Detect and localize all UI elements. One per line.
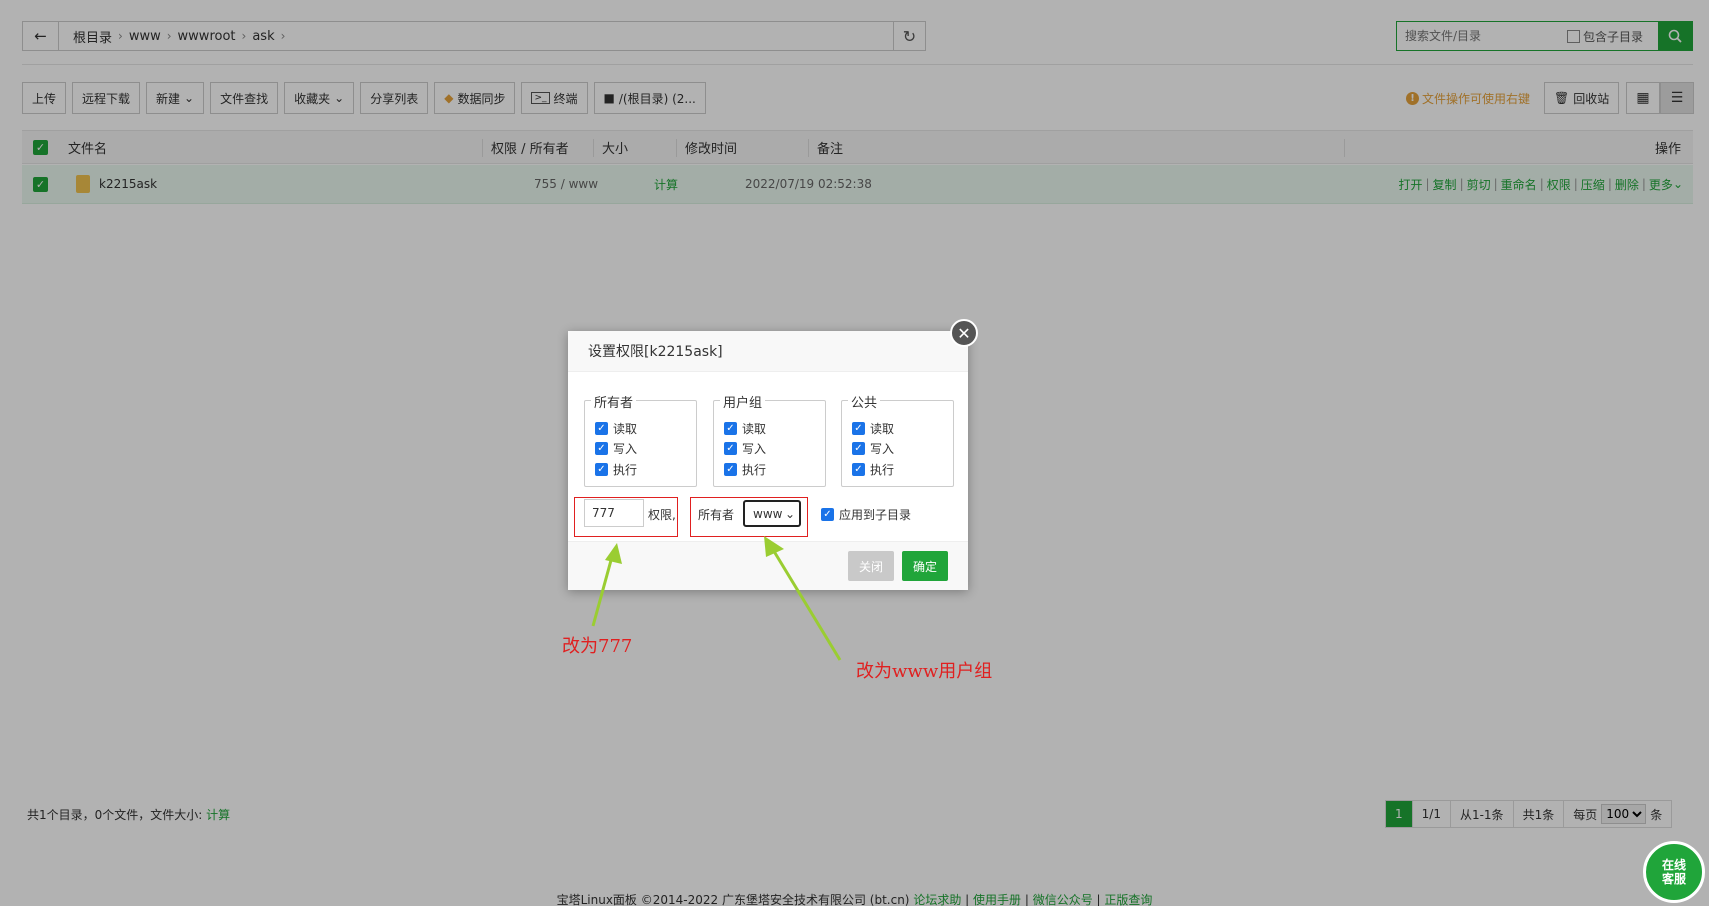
public-exec-label: 执行 [870,463,895,477]
dialog-title: 设置权限[k2215ask] [568,331,968,372]
confirm-button[interactable]: 确定 [902,551,948,581]
public-read-checkbox[interactable]: ✓ [852,422,865,435]
group-write-label: 写入 [742,442,767,456]
owner-exec-checkbox[interactable]: ✓ [595,463,608,476]
group-exec-checkbox[interactable]: ✓ [724,463,737,476]
close-button[interactable]: 关闭 [848,551,894,581]
owner-write-label: 写入 [613,442,638,456]
apply-subdir-option[interactable]: ✓ 应用到子目录 [821,506,911,523]
group-read-checkbox[interactable]: ✓ [724,422,737,435]
group-permission-group: 用户组 ✓ 读取 ✓ 写入 ✓ 执行 [713,392,826,487]
online-service-label: 在线 客服 [1662,858,1686,886]
public-exec-checkbox[interactable]: ✓ [852,463,865,476]
owner-exec-label: 执行 [613,463,638,477]
dialog-footer: 关闭 确定 [568,541,968,590]
public-read-label: 读取 [870,422,895,436]
public-permission-group: 公共 ✓ 读取 ✓ 写入 ✓ 执行 [841,392,954,487]
owner-write-checkbox[interactable]: ✓ [595,442,608,455]
group-read-label: 读取 [742,422,767,436]
public-write-checkbox[interactable]: ✓ [852,442,865,455]
close-icon[interactable]: ✕ [950,319,978,347]
kefu-line-2: 客服 [1661,872,1686,886]
annotation-box-permission [574,497,678,537]
apply-subdir-label: 应用到子目录 [839,508,912,522]
owner-read-checkbox[interactable]: ✓ [595,422,608,435]
group-write-checkbox[interactable]: ✓ [724,442,737,455]
online-service-button[interactable]: 在线 客服 [1643,841,1705,903]
group-legend: 所有者 [591,392,637,411]
annotation-box-owner [690,497,808,537]
public-write-label: 写入 [870,442,895,456]
owner-permission-group: 所有者 ✓ 读取 ✓ 写入 ✓ 执行 [584,392,697,487]
owner-read-label: 读取 [613,422,638,436]
group-exec-label: 执行 [742,463,767,477]
annotation-perm-note: 改为777 [562,636,633,657]
annotation-owner-note: 改为www用户组 [856,661,993,682]
group-legend: 公共 [848,392,881,411]
apply-subdir-checkbox[interactable]: ✓ [821,508,834,521]
group-legend: 用户组 [720,392,766,411]
permission-dialog: 设置权限[k2215ask] 所有者 ✓ 读取 ✓ 写入 ✓ 执行 用户组 ✓ 读取 ✓… [568,331,968,590]
kefu-line-1: 在线 [1661,858,1686,872]
